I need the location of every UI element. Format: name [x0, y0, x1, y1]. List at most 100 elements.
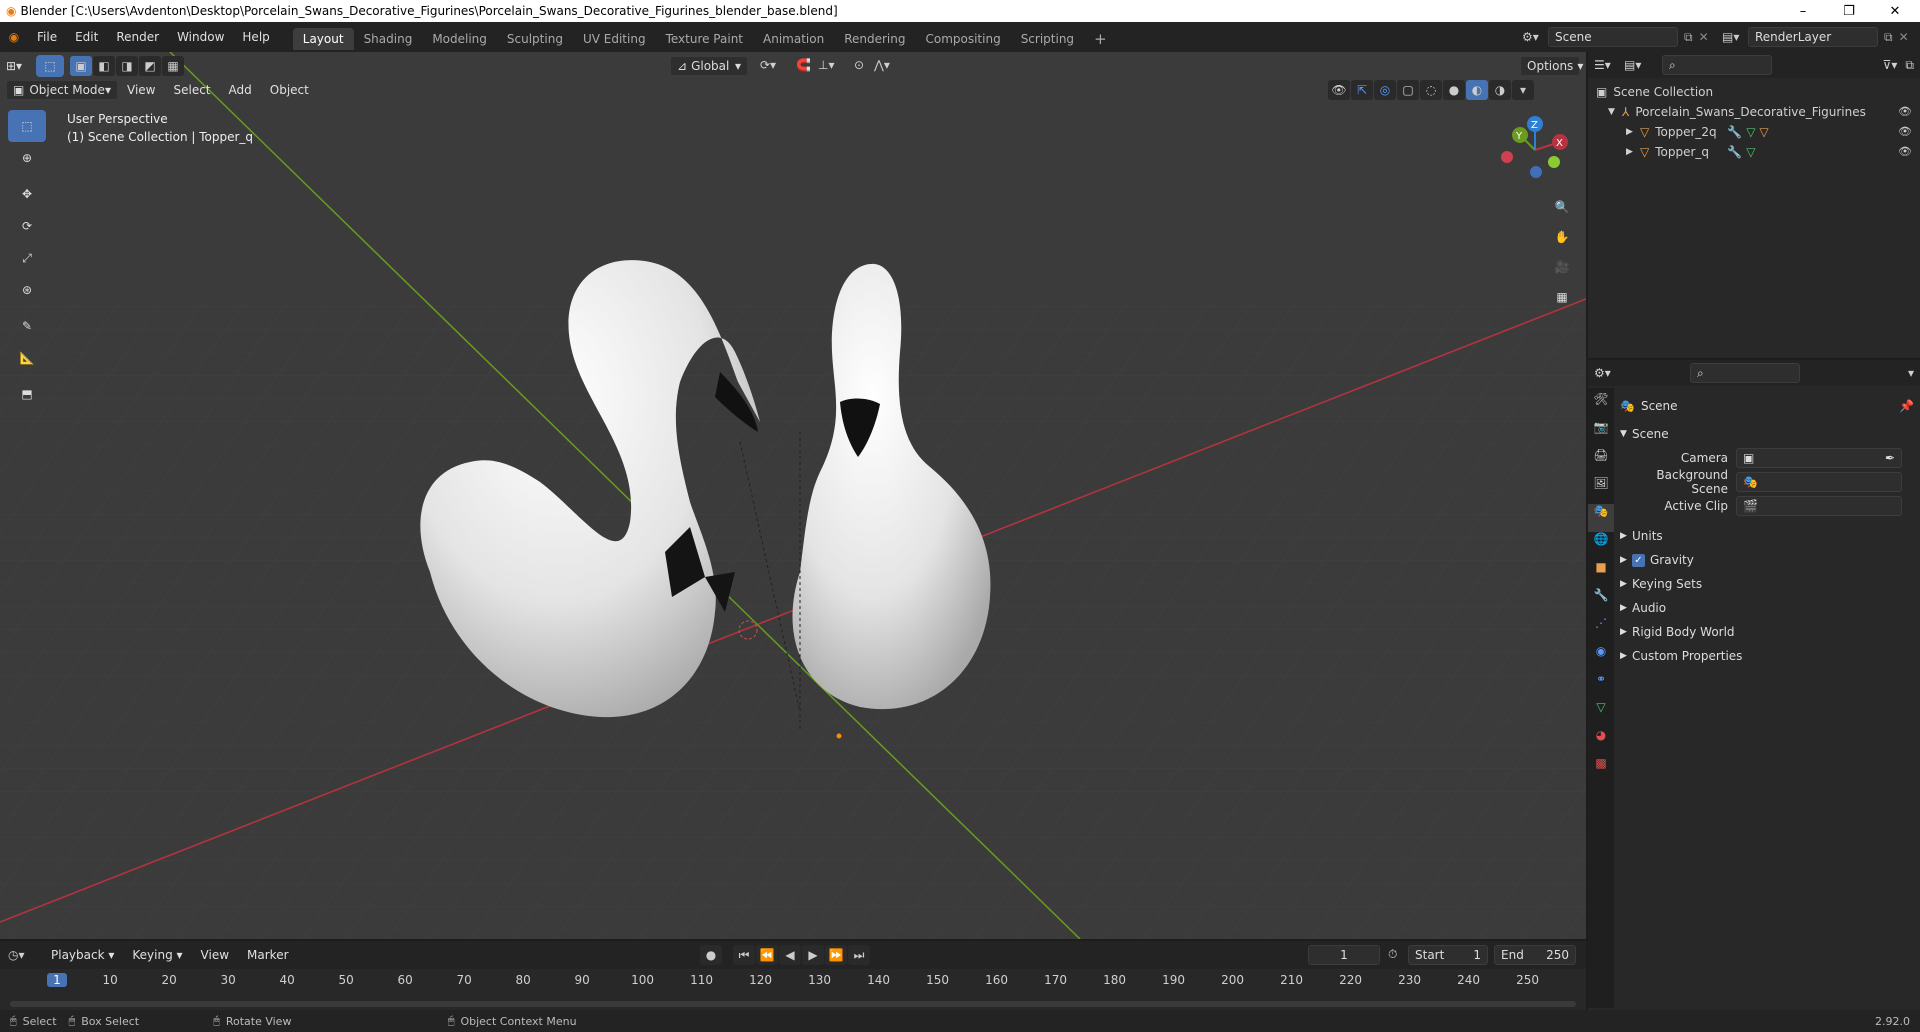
- visibility-icon[interactable]: 👁: [1328, 80, 1350, 100]
- gravity-section[interactable]: ▶ ✓ Gravity: [1620, 548, 1914, 572]
- timeline-menu-view[interactable]: View: [192, 940, 238, 970]
- remove-renderlayer-icon[interactable]: ✕: [1899, 30, 1909, 44]
- zoom-icon[interactable]: 🔍: [1548, 192, 1576, 222]
- eyedropper-icon[interactable]: ✒: [1885, 451, 1895, 465]
- solid-shading-icon[interactable]: ●: [1443, 80, 1465, 100]
- scene-panel-header[interactable]: ▼ Scene: [1620, 422, 1914, 446]
- viewport-menu-add[interactable]: Add: [220, 75, 261, 105]
- menu-help[interactable]: Help: [233, 22, 278, 52]
- record-icon[interactable]: ●: [700, 945, 722, 965]
- outliner-item-topper-q[interactable]: ▶ ▽ Topper_q 🔧 ▽ 👁: [1596, 142, 1912, 162]
- world-tab-icon[interactable]: 🌐: [1588, 532, 1614, 560]
- 3d-viewport[interactable]: ⊞▾ ⬚ ▣ ◧ ◨ ◩ ▦ ⊿ Global ▾ ⟳▾ 🧲 ⊥▾ ⊙ ⋀▾ O…: [0, 52, 1586, 939]
- tab-texture-paint[interactable]: Texture Paint: [656, 28, 753, 50]
- tab-uv-editing[interactable]: UV Editing: [573, 28, 656, 50]
- outliner-collection-row[interactable]: ▼ ⅄ Porcelain_Swans_Decorative_Figurines…: [1596, 102, 1912, 122]
- material-shading-icon[interactable]: ◐: [1466, 80, 1488, 100]
- camera-field[interactable]: ▣ ✒: [1736, 448, 1902, 468]
- tab-rendering[interactable]: Rendering: [834, 28, 915, 50]
- measure-tool-icon[interactable]: 📐: [8, 342, 46, 374]
- proportional-edit-icon[interactable]: ⊙: [854, 58, 864, 72]
- outliner-editor-icon[interactable]: ☰▾: [1594, 58, 1624, 72]
- chevron-down-icon[interactable]: ▾: [1908, 366, 1914, 380]
- timeline-ruler[interactable]: 1 10 20 30 40 50 60 70 80 90 100 110 120 130 140 150 160…: [0, 969, 1586, 1010]
- pan-hand-icon[interactable]: ✋: [1548, 222, 1576, 252]
- camera-view-icon[interactable]: 🎥: [1548, 252, 1576, 282]
- timeline-menu-keying[interactable]: Keying ▾: [123, 940, 191, 970]
- prev-keyframe-icon[interactable]: ⏪: [756, 945, 778, 965]
- play-reverse-icon[interactable]: ◀: [779, 945, 801, 965]
- properties-editor-icon[interactable]: ⚙▾: [1594, 366, 1624, 380]
- start-frame-field[interactable]: Start 1: [1408, 945, 1488, 965]
- timeline-scrollbar[interactable]: [10, 1001, 1576, 1007]
- falloff-icon[interactable]: ⋀▾: [874, 58, 890, 72]
- tool-tab-icon[interactable]: 🛠: [1588, 392, 1614, 420]
- physics-tab-icon[interactable]: ◉: [1588, 644, 1614, 672]
- modifier-wrench-icon[interactable]: 🔧: [1727, 142, 1742, 162]
- expand-chevron-icon[interactable]: ▶: [1626, 142, 1640, 162]
- mesh-data-icon[interactable]: ▽: [1746, 142, 1755, 162]
- tab-modeling[interactable]: Modeling: [422, 28, 497, 50]
- play-icon[interactable]: ▶: [802, 945, 824, 965]
- current-frame-marker[interactable]: 1: [47, 973, 67, 987]
- wireframe-shading-icon[interactable]: ◌: [1420, 80, 1442, 100]
- gravity-checkbox[interactable]: ✓: [1632, 553, 1645, 567]
- render-tab-icon[interactable]: 📷: [1588, 420, 1614, 448]
- mode-set-icon[interactable]: ▣: [70, 56, 92, 76]
- outliner-scene-collection[interactable]: ▣ Scene Collection: [1596, 82, 1912, 102]
- viewport-menu-select[interactable]: Select: [164, 75, 219, 105]
- tab-compositing[interactable]: Compositing: [915, 28, 1010, 50]
- gizmo-toggle-icon[interactable]: ⇱: [1351, 80, 1373, 100]
- material-icon[interactable]: ▽: [1759, 122, 1768, 142]
- move-tool-icon[interactable]: ✥: [8, 178, 46, 210]
- renderlayer-icon[interactable]: ▤▾: [1722, 30, 1748, 44]
- viewport-menu-view[interactable]: View: [118, 75, 164, 105]
- mode-extend-icon[interactable]: ◧: [93, 56, 115, 76]
- view-layer-tab-icon[interactable]: 🖼: [1588, 476, 1614, 504]
- menu-window[interactable]: Window: [168, 22, 233, 52]
- object-tab-icon[interactable]: ■: [1588, 560, 1614, 588]
- menu-file[interactable]: File: [28, 22, 66, 52]
- annotate-tool-icon[interactable]: ✎: [8, 310, 46, 342]
- mode-subtract-icon[interactable]: ◨: [116, 56, 138, 76]
- scale-tool-icon[interactable]: ⤢: [8, 242, 46, 274]
- data-tab-icon[interactable]: ▽: [1588, 700, 1614, 728]
- mode-intersect-icon[interactable]: ▦: [162, 56, 184, 76]
- select-mode-icon[interactable]: ⬚: [36, 55, 64, 77]
- audio-section[interactable]: ▶ Audio: [1620, 596, 1914, 620]
- add-workspace-button[interactable]: +: [1084, 28, 1117, 50]
- minimize-button[interactable]: –: [1780, 0, 1826, 22]
- navigation-gizmo[interactable]: X Y Z: [1490, 112, 1580, 192]
- editor-type-icon[interactable]: ⊞▾: [6, 59, 36, 73]
- new-collection-icon[interactable]: ⧉: [1905, 58, 1914, 73]
- mode-invert-icon[interactable]: ◩: [139, 56, 161, 76]
- rendered-shading-icon[interactable]: ◑: [1489, 80, 1511, 100]
- options-dropdown[interactable]: Options ▾: [1520, 56, 1583, 76]
- active-clip-field[interactable]: 🎬: [1736, 496, 1902, 516]
- pin-icon[interactable]: 📌: [1899, 399, 1914, 413]
- units-section[interactable]: ▶ Units: [1620, 524, 1914, 548]
- end-frame-field[interactable]: End 250: [1494, 945, 1576, 965]
- material-tab-icon[interactable]: ◕: [1588, 728, 1614, 756]
- snap-icon[interactable]: 🧲: [796, 58, 811, 72]
- copy-renderlayer-icon[interactable]: ⧉: [1884, 30, 1893, 45]
- close-button[interactable]: ✕: [1872, 0, 1918, 22]
- modifier-wrench-icon[interactable]: 🔧: [1727, 122, 1742, 142]
- viewport-menu-object[interactable]: Object: [261, 75, 318, 105]
- xray-toggle-icon[interactable]: ▢: [1397, 80, 1419, 100]
- menu-edit[interactable]: Edit: [66, 22, 107, 52]
- scene-icon[interactable]: ⚙▾: [1522, 30, 1548, 44]
- next-keyframe-icon[interactable]: ⏩: [825, 945, 847, 965]
- constraints-tab-icon[interactable]: ⚭: [1588, 672, 1614, 700]
- tab-layout[interactable]: Layout: [292, 28, 354, 50]
- timeline-menu-playback[interactable]: Playback ▾: [42, 940, 123, 970]
- add-cube-tool-icon[interactable]: ⬒: [8, 378, 46, 410]
- stopwatch-icon[interactable]: ⏱: [1388, 947, 1397, 962]
- timeline-editor-icon[interactable]: ◷▾: [8, 948, 42, 962]
- jump-end-icon[interactable]: ⏭: [848, 945, 870, 965]
- modifier-tab-icon[interactable]: 🔧: [1588, 588, 1614, 616]
- blender-menu-icon[interactable]: ◉: [0, 30, 28, 44]
- outliner-search-input[interactable]: ⌕: [1662, 55, 1772, 75]
- shading-options-icon[interactable]: ▾: [1512, 80, 1534, 100]
- rigid-body-world-section[interactable]: ▶ Rigid Body World: [1620, 620, 1914, 644]
